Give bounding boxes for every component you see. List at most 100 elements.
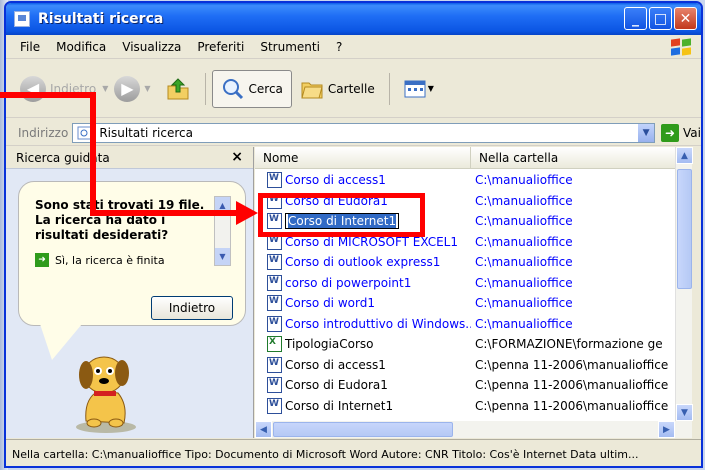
- address-bar: Indirizzo Risultati ricerca ▼ ➜ Vai: [6, 120, 701, 146]
- column-header-name[interactable]: Nome: [255, 147, 471, 168]
- excel-doc-icon: [267, 336, 282, 353]
- table-row[interactable]: Corso di access1 C:\penna 11-2006\manuali…: [255, 355, 675, 376]
- menu-file[interactable]: File: [12, 40, 48, 54]
- option-label: Sì, la ricerca è finita: [55, 253, 165, 267]
- table-row[interactable]: corso di powerpoint1 C:\manualioffice: [255, 273, 675, 294]
- menu-strumenti[interactable]: Strumenti: [252, 40, 328, 54]
- search-icon: [222, 78, 243, 99]
- file-name-cell[interactable]: TipologiaCorso: [255, 336, 471, 353]
- maximize-button[interactable]: □: [649, 7, 672, 30]
- status-bar: Nella cartella: C:\manualioffice Tipo: D…: [6, 439, 701, 466]
- horizontal-scroll-thumb[interactable]: [273, 422, 453, 437]
- table-row[interactable]: Corso introduttivo di Windows... C:\manua…: [255, 314, 675, 335]
- table-row[interactable]: Corso di Eudora1 C:\penna 11-2006\manuali…: [255, 375, 675, 396]
- status-text: Nella cartella: C:\manualioffice Tipo: D…: [12, 447, 639, 461]
- folder-cell: C:\manualioffice: [475, 193, 573, 208]
- bubble-scrollbar[interactable]: ▲ ▼: [214, 196, 231, 266]
- file-name-cell[interactable]: Corso di outlook express1: [255, 254, 471, 271]
- table-row[interactable]: Corso di access1 C:\manualioffice: [255, 170, 675, 191]
- views-icon: [404, 80, 426, 97]
- menu-preferiti[interactable]: Preferiti: [189, 40, 252, 54]
- file-name-cell[interactable]: corso di powerpoint1: [255, 274, 471, 291]
- address-value: Risultati ricerca: [99, 125, 193, 140]
- pane-back-button[interactable]: Indietro: [151, 296, 233, 320]
- folders-icon: [301, 82, 323, 98]
- table-row[interactable]: Corso di outlook express1 C:\manualioffic…: [255, 252, 675, 273]
- forward-arrow-icon: ▶: [114, 75, 141, 102]
- annotation-arrow-segment: [0, 92, 96, 98]
- table-row[interactable]: Corso di word1 C:\manualioffice: [255, 293, 675, 314]
- vertical-scrollbar[interactable]: ▲ ▼: [675, 147, 693, 421]
- word-doc-icon: [267, 295, 282, 312]
- address-label: Indirizzo: [18, 125, 69, 140]
- search-companion-pane: Ricerca guidata × Sono stati trovati 19 …: [6, 147, 254, 438]
- file-name-cell[interactable]: Corso di Internet1: [255, 397, 471, 414]
- menu-visualizza[interactable]: Visualizza: [114, 40, 189, 54]
- file-name-label: Corso di word1: [285, 296, 375, 311]
- horizontal-scrollbar[interactable]: ◀ ▶: [255, 421, 692, 438]
- scroll-down-icon[interactable]: ▼: [676, 404, 693, 421]
- folder-cell: C:\manualioffice: [475, 316, 573, 331]
- word-doc-icon: [267, 274, 282, 291]
- folders-label: Cartelle: [327, 81, 375, 96]
- forward-button[interactable]: ▶ ▼: [114, 75, 151, 102]
- close-pane-icon[interactable]: ×: [231, 149, 243, 165]
- file-name-label: Corso di access1: [285, 357, 386, 372]
- folder-cell: C:\manualioffice: [475, 255, 573, 270]
- scroll-left-icon[interactable]: ◀: [255, 421, 272, 438]
- file-name-cell[interactable]: Corso di word1: [255, 295, 471, 312]
- word-doc-icon: [267, 315, 282, 332]
- search-dog-icon: [76, 356, 136, 433]
- annotation-arrowhead-icon: [236, 201, 258, 225]
- folder-cell: C:\penna 11-2006\manualioffice: [475, 378, 669, 393]
- file-name-cell[interactable]: Corso di Eudora1: [255, 377, 471, 394]
- annotation-highlight-box: [258, 193, 425, 237]
- menu-help[interactable]: ?: [328, 40, 350, 54]
- search-button[interactable]: Cerca: [211, 69, 292, 108]
- file-name-cell[interactable]: Corso di access1: [255, 356, 471, 373]
- minimize-button[interactable]: _: [624, 7, 647, 30]
- word-doc-icon: [267, 356, 282, 373]
- folder-cell: C:\penna 11-2006\manualioffice: [475, 357, 669, 372]
- folder-cell: C:\manualioffice: [475, 234, 573, 249]
- title-bar[interactable]: Risultati ricerca _ □ ✕: [6, 3, 701, 35]
- window-title: Risultati ricerca: [38, 11, 164, 27]
- file-name-label: Corso di Eudora1: [285, 378, 388, 393]
- close-button[interactable]: ✕: [674, 7, 697, 30]
- menu-modifica[interactable]: Modifica: [48, 40, 114, 54]
- column-header-folder[interactable]: Nella cartella: [471, 147, 692, 168]
- word-doc-icon: [267, 254, 282, 271]
- folder-cell: C:\manualioffice: [475, 173, 573, 188]
- address-dropdown-chevron-icon[interactable]: ▼: [637, 123, 655, 142]
- folders-button[interactable]: Cartelle: [292, 70, 383, 108]
- table-row[interactable]: Corso di Internet1 C:\penna 11-2006\manua…: [255, 396, 675, 417]
- go-button[interactable]: ➜ Vai: [661, 123, 701, 142]
- address-field[interactable]: Risultati ricerca ▼: [72, 122, 656, 143]
- file-name-label: corso di powerpoint1: [285, 275, 412, 290]
- scroll-down-icon[interactable]: ▼: [215, 248, 230, 265]
- folder-cell: C:\penna 11-2006\manualioffice: [475, 398, 669, 413]
- toolbar: ◀ Indietro ▼ ▶ ▼ Cerca Cartelle ▼: [6, 60, 701, 118]
- annotation-arrow-segment: [90, 92, 96, 216]
- option-search-finished[interactable]: ➜ Sì, la ricerca è finita: [35, 253, 231, 267]
- file-name-label: TipologiaCorso: [285, 337, 374, 352]
- search-result-message: Sono stati trovati 19 file. La ricerca h…: [35, 198, 205, 242]
- file-name-label: Corso introduttivo di Windows...: [285, 316, 471, 331]
- search-label: Cerca: [248, 81, 283, 96]
- views-button[interactable]: ▼: [396, 70, 442, 108]
- scroll-right-icon[interactable]: ▶: [658, 421, 675, 438]
- word-doc-icon: [267, 172, 282, 189]
- file-name-label: Corso di access1: [285, 173, 386, 188]
- list-header: Nome Nella cartella: [255, 147, 692, 169]
- folder-cell: C:\manualioffice: [475, 214, 573, 229]
- scroll-up-icon[interactable]: ▲: [676, 147, 693, 164]
- up-folder-button[interactable]: [157, 70, 199, 108]
- vertical-scroll-thumb[interactable]: [677, 169, 692, 289]
- table-row[interactable]: TipologiaCorso C:\FORMAZIONE\formazione g…: [255, 334, 675, 355]
- file-name-cell[interactable]: Corso di access1: [255, 172, 471, 189]
- menu-bar: File Modifica Visualizza Preferiti Strum…: [6, 35, 701, 59]
- file-name-cell[interactable]: Corso introduttivo di Windows...: [255, 315, 471, 332]
- toolbar-separator: [388, 72, 390, 105]
- chevron-down-icon: ▼: [102, 84, 109, 93]
- folder-cell: C:\manualioffice: [475, 296, 573, 311]
